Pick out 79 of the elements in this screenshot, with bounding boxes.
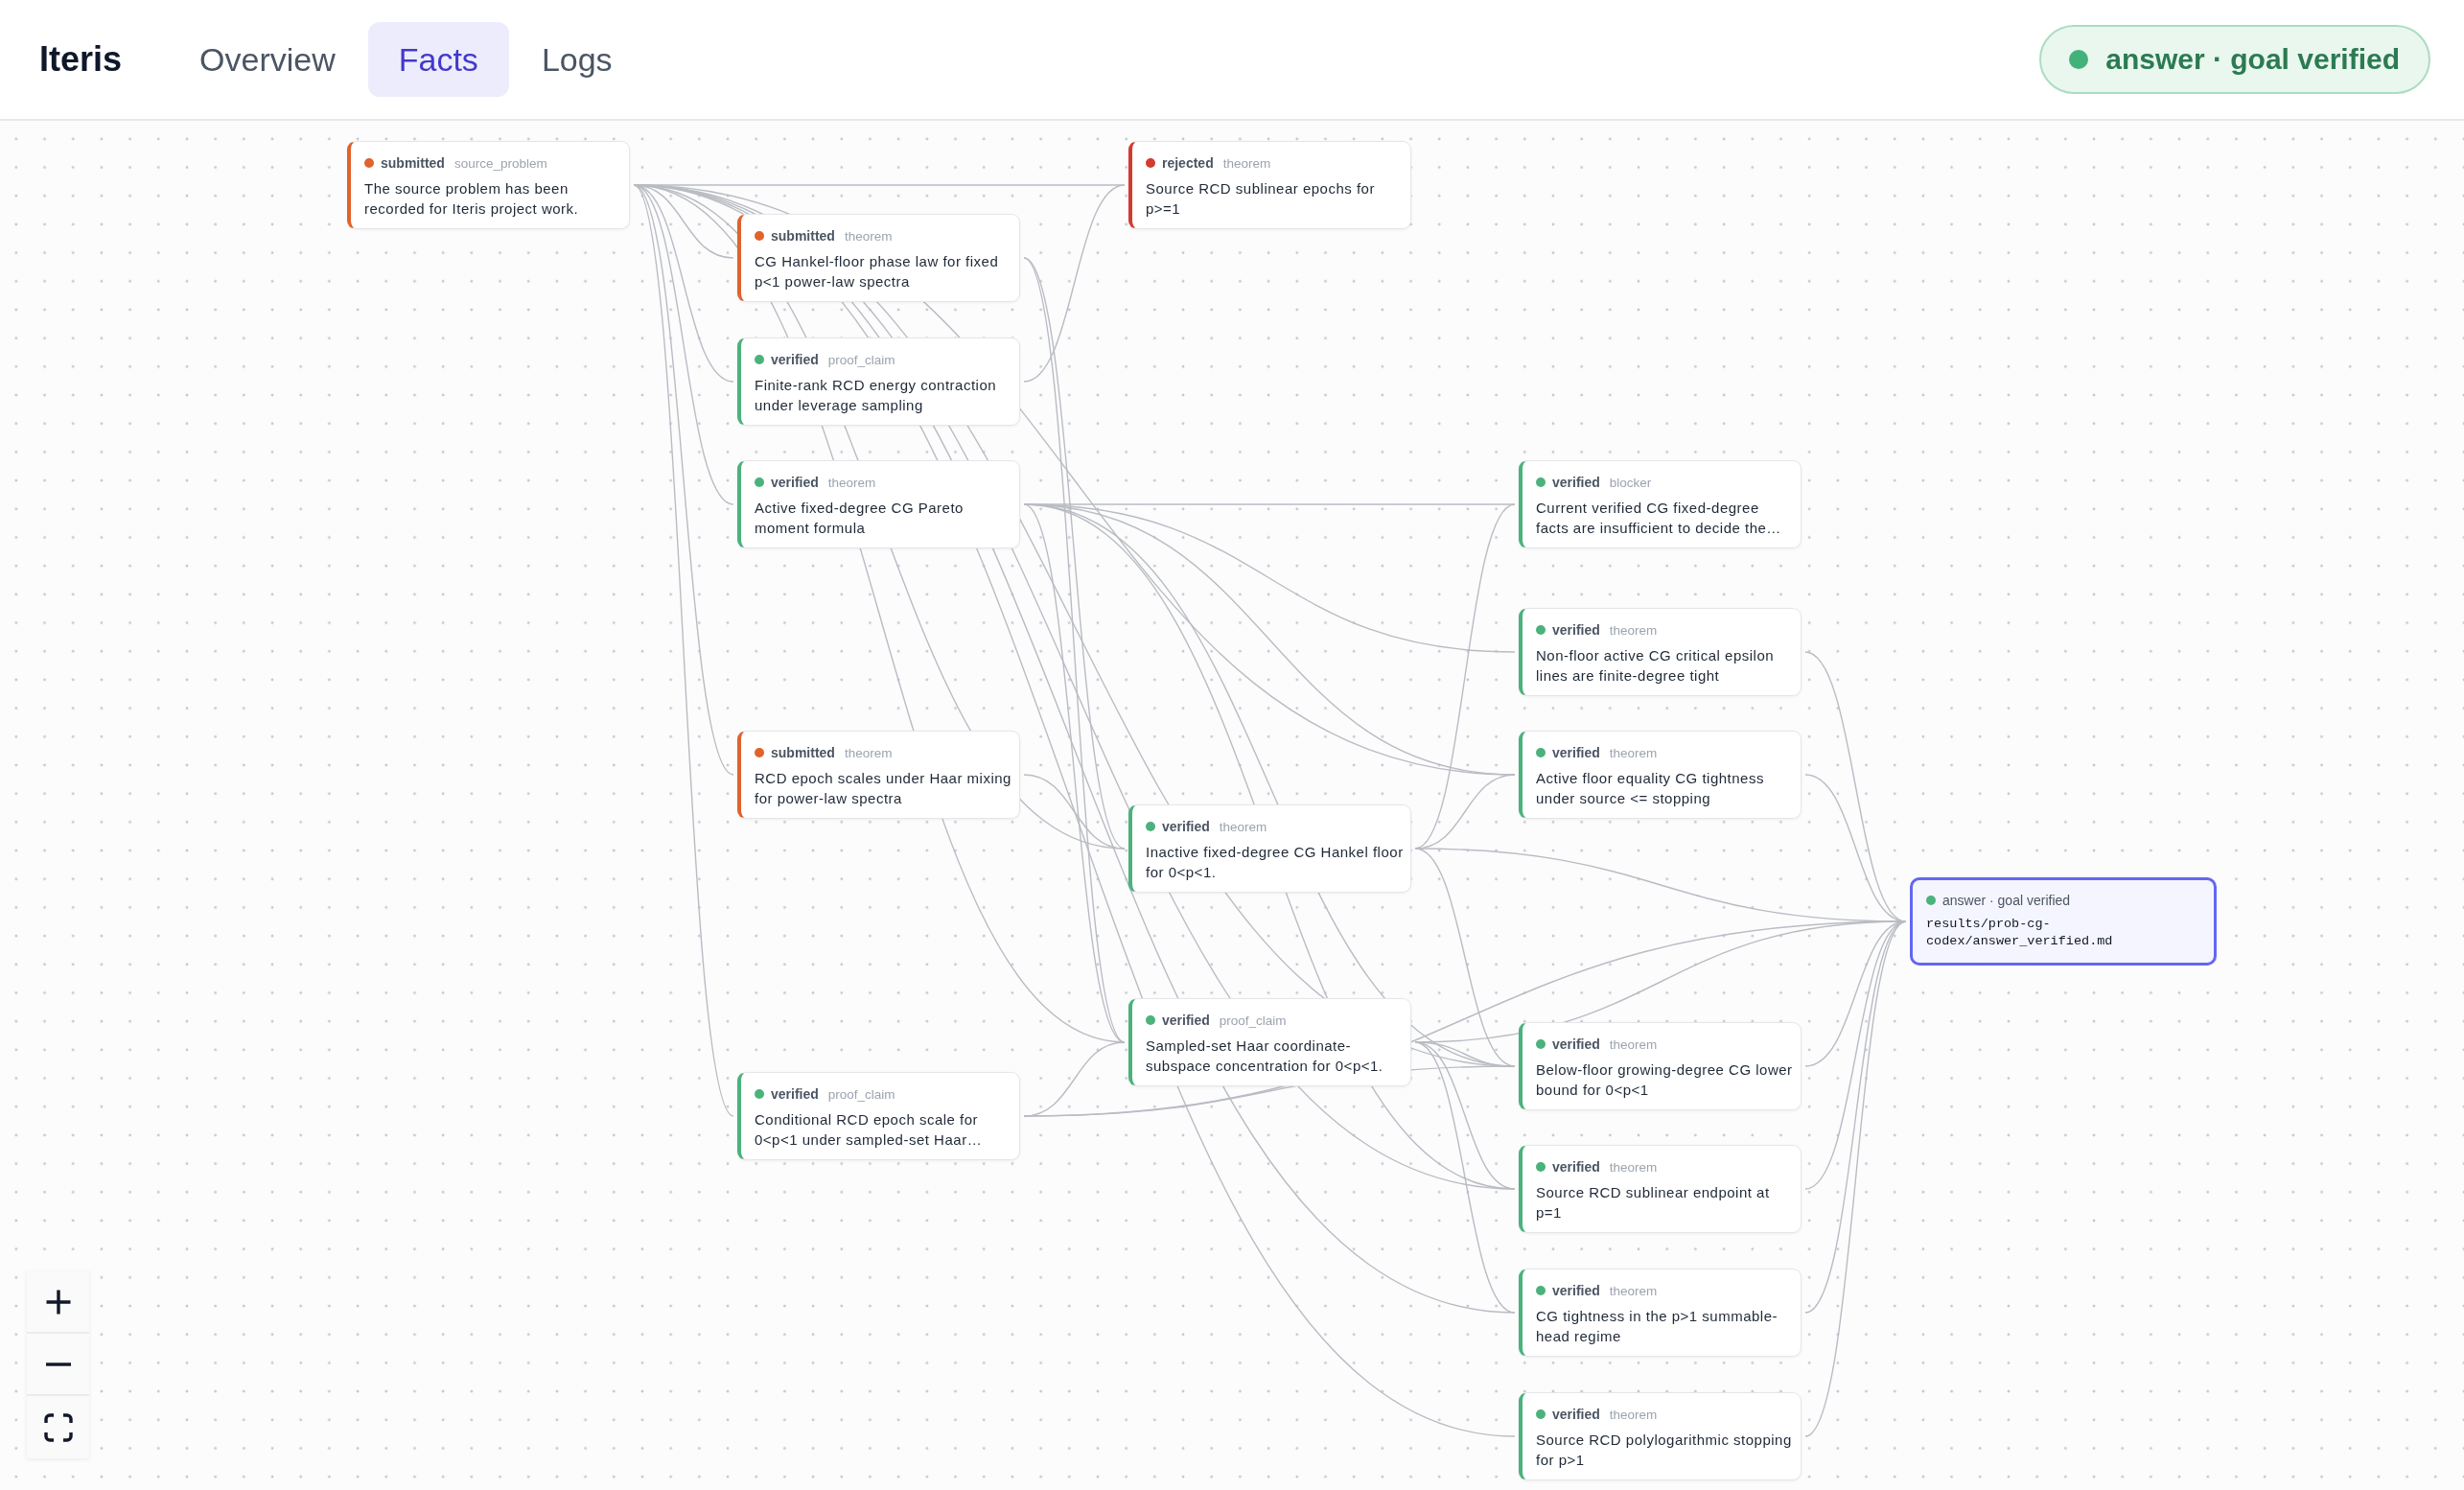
- fact-text: Source RCD polylogarithmic stopping for p>1: [1536, 1431, 1793, 1470]
- fact-text: RCD epoch scales under Haar mixing for power-law spectra: [755, 769, 1012, 808]
- fact-text: Source RCD sublinear endpoint at p=1: [1536, 1183, 1771, 1222]
- fact-card[interactable]: verified proof_claim Conditional RCD epoch scale for 0<p<1 under sampled-set Haar…: [737, 1072, 1020, 1160]
- status-label: verified: [1552, 1159, 1600, 1175]
- fact-type-label: theorem: [844, 228, 893, 244]
- fact-text: The source problem has been recorded for Iteris project work.: [364, 179, 580, 219]
- fact-text: Non-floor active CG critical epsilon lines are finite-degree tight: [1536, 646, 1776, 686]
- status-label: verified: [771, 1086, 819, 1102]
- nav-tab[interactable]: Facts: [367, 22, 509, 97]
- file-path: results/prob-cg-codex/answer_verified.md: [1926, 916, 2114, 950]
- status-label: rejected: [1162, 155, 1214, 171]
- fact-type-label: theorem: [1609, 1283, 1658, 1298]
- fact-type-label: theorem: [1222, 155, 1271, 171]
- status-label: submitted: [381, 155, 445, 171]
- badge-label: answer · goal verified: [2105, 43, 2400, 76]
- status-label: verified: [1552, 745, 1600, 760]
- nav-tab[interactable]: Overview: [169, 22, 366, 97]
- fact-text: Current verified CG fixed-degree facts are insufficient to decide the…: [1536, 499, 1782, 538]
- status-label: submitted: [771, 228, 835, 244]
- fact-text: Below-floor growing-degree CG lower bound for 0<p<1: [1536, 1060, 1794, 1100]
- status-label: verified: [1552, 1036, 1600, 1052]
- fact-text: Active fixed-degree CG Pareto moment formula: [755, 499, 965, 538]
- fact-card[interactable]: verified theorem Non-floor active CG critical epsilon lines are finite-degree tight: [1519, 608, 1802, 696]
- status-label: submitted: [771, 745, 835, 760]
- status-label: verified: [1162, 1013, 1210, 1028]
- answer-card[interactable]: answer · goal verified results/prob-cg-codex/answer_verified.md: [1910, 877, 2217, 966]
- fact-card[interactable]: verified theorem Source RCD polylogarithmic stopping for p>1: [1519, 1392, 1802, 1480]
- fact-card[interactable]: verified proof_claim Finite-rank RCD energy contraction under leverage sampling: [737, 338, 1020, 426]
- status-label: verified: [771, 352, 819, 367]
- fact-type-label: theorem: [1609, 1036, 1658, 1052]
- fact-type-label: theorem: [1609, 1407, 1658, 1422]
- fact-type-label: theorem: [1219, 819, 1267, 834]
- fact-type-label: theorem: [1609, 1159, 1658, 1175]
- status-label: verified: [1552, 1407, 1600, 1422]
- status-label: verified: [1552, 475, 1600, 490]
- fact-text: Finite-rank RCD energy contraction under leverage sampling: [755, 376, 998, 415]
- fact-card[interactable]: verified blocker Current verified CG fixed-degree facts are insufficient to decide the…: [1519, 460, 1802, 548]
- plus-icon: [44, 1288, 72, 1315]
- fact-type-label: source_problem: [453, 155, 547, 171]
- fact-text: CG tightness in the p>1 summable-head regime: [1536, 1307, 1779, 1346]
- nav-tab[interactable]: Logs: [510, 22, 643, 97]
- fact-text: Active floor equality CG tightness under source <= stopping: [1536, 769, 1765, 808]
- fact-card[interactable]: verified proof_claim Sampled-set Haar coordinate-subspace concentration for 0<p<1.: [1128, 998, 1411, 1086]
- fact-type-label: proof_claim: [827, 1086, 895, 1102]
- fact-card[interactable]: submitted theorem RCD epoch scales under Haar mixing for power-law spectra: [737, 731, 1020, 819]
- status-label: verified: [1552, 622, 1600, 638]
- fact-card[interactable]: submitted theorem CG Hankel-floor phase law for fixed p<1 power-law spectra: [737, 214, 1020, 302]
- fact-card[interactable]: verified theorem Below-floor growing-degree CG lower bound for 0<p<1: [1519, 1022, 1802, 1110]
- fact-card[interactable]: submitted source_problem The source problem has been recorded for Iteris project work.: [347, 141, 630, 229]
- status-dot-icon: [2069, 50, 2089, 69]
- fact-type-label: theorem: [844, 745, 893, 760]
- fact-card[interactable]: verified theorem Inactive fixed-degree CG Hankel floor for 0<p<1.: [1128, 804, 1411, 893]
- zoom-out-button[interactable]: [27, 1334, 89, 1396]
- fact-text: Sampled-set Haar coordinate-subspace concentration for 0<p<1.: [1146, 1036, 1384, 1076]
- fact-type-label: blocker: [1609, 475, 1652, 490]
- fact-type-label: theorem: [1609, 622, 1658, 638]
- fullscreen-icon: [43, 1412, 73, 1442]
- app-title: Iteris: [39, 39, 123, 80]
- fact-card[interactable]: rejected theorem Source RCD sublinear epochs for p>=1: [1128, 141, 1411, 229]
- status-label: verified: [1162, 819, 1210, 834]
- fact-type-label: theorem: [1609, 745, 1658, 760]
- fact-card[interactable]: verified theorem Source RCD sublinear endpoint at p=1: [1519, 1145, 1802, 1233]
- zoom-in-button[interactable]: [27, 1271, 89, 1334]
- fact-type-label: proof_claim: [827, 352, 895, 367]
- fact-text: Source RCD sublinear epochs for p>=1: [1146, 179, 1376, 219]
- fit-view-button[interactable]: [27, 1396, 89, 1458]
- status-label: verified: [1552, 1283, 1600, 1298]
- fact-text: CG Hankel-floor phase law for fixed p<1 power-law spectra: [755, 252, 1000, 291]
- fact-card[interactable]: verified theorem Active fixed-degree CG Pareto moment formula: [737, 460, 1020, 548]
- fact-text: Conditional RCD epoch scale for 0<p<1 under sampled-set Haar…: [755, 1110, 984, 1150]
- fact-type-label: theorem: [827, 475, 876, 490]
- fact-card[interactable]: verified theorem Active floor equality CG tightness under source <= stopping: [1519, 731, 1802, 819]
- fact-card[interactable]: verified theorem CG tightness in the p>1 summable-head regime: [1519, 1269, 1802, 1357]
- answer-label: answer · goal verified: [1942, 893, 2071, 908]
- minus-icon: [44, 1362, 72, 1366]
- fact-type-label: proof_claim: [1219, 1013, 1287, 1028]
- fact-text: Inactive fixed-degree CG Hankel floor for 0<p<1.: [1146, 843, 1405, 882]
- status-label: verified: [771, 475, 819, 490]
